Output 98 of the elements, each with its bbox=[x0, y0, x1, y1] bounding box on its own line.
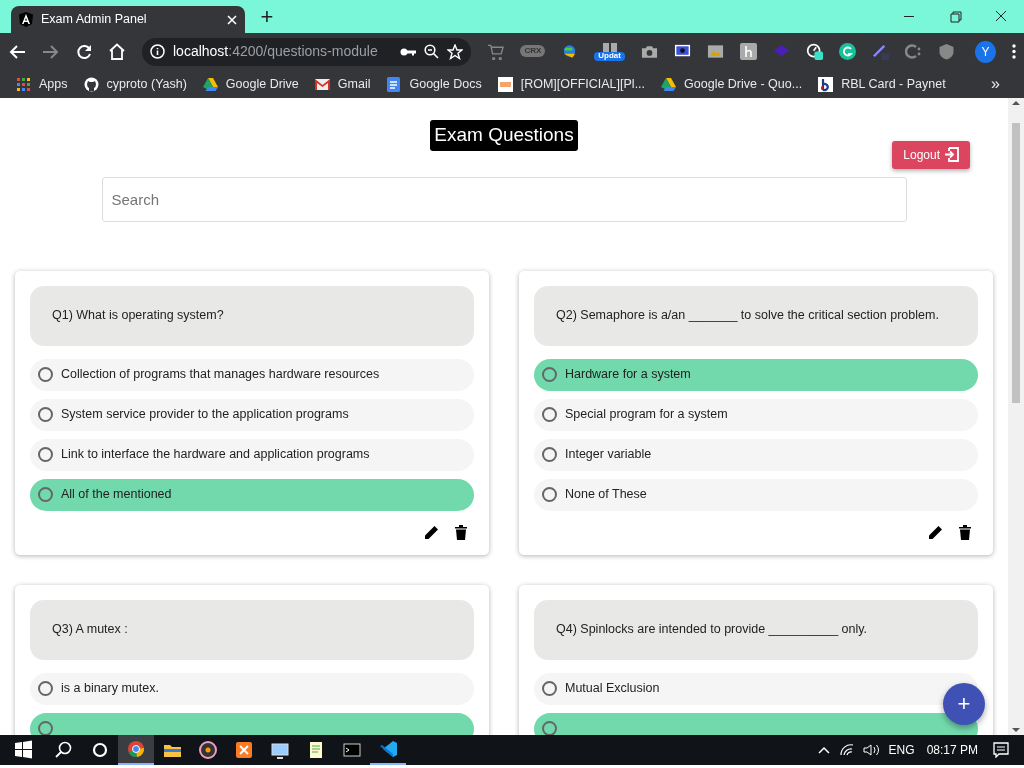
pen-icon[interactable] bbox=[872, 43, 889, 60]
profile-avatar[interactable]: Y bbox=[975, 40, 996, 63]
answer-option[interactable]: Special program for a system bbox=[534, 398, 978, 431]
answer-option[interactable]: System service provider to the application programs bbox=[30, 398, 474, 431]
bookmark-link[interactable]: Apps bbox=[16, 74, 68, 94]
cart-icon[interactable] bbox=[487, 43, 505, 60]
option-text: Special program for a system bbox=[565, 406, 728, 424]
pencil-icon[interactable] bbox=[424, 524, 439, 540]
bookmarks-overflow-button[interactable]: » bbox=[991, 72, 1000, 96]
wifi-icon[interactable] bbox=[838, 743, 855, 757]
bookmark-link[interactable]: [ROM][OFFICIAL][Pl... bbox=[497, 74, 646, 94]
answer-option[interactable]: Integer variable bbox=[534, 438, 978, 471]
angular-logo-icon bbox=[19, 12, 33, 27]
trash-icon[interactable] bbox=[455, 524, 467, 540]
book-icon[interactable] bbox=[601, 42, 618, 53]
c-dots-icon[interactable] bbox=[905, 43, 922, 60]
envelope-icon bbox=[314, 76, 330, 92]
option-text: All of the mentioned bbox=[61, 486, 172, 504]
exit-icon bbox=[944, 147, 959, 162]
zoom-icon[interactable] bbox=[424, 44, 440, 59]
radio-button[interactable] bbox=[542, 487, 557, 502]
scrollbar-thumb[interactable] bbox=[1012, 123, 1020, 403]
chevron-up-icon[interactable] bbox=[816, 745, 831, 755]
triangle-logo-icon bbox=[202, 76, 218, 92]
scrollbar[interactable] bbox=[1008, 98, 1024, 735]
update-badge: Updat bbox=[594, 52, 625, 61]
image-icon[interactable] bbox=[707, 43, 724, 60]
logout-button[interactable]: Logout bbox=[892, 140, 970, 169]
radio-button[interactable] bbox=[38, 681, 53, 696]
bookmark-link[interactable]: Gmail bbox=[314, 74, 371, 94]
letter-b-icon bbox=[818, 76, 834, 92]
answer-option[interactable]: is a binary mutex. bbox=[30, 672, 474, 705]
option-text: is a binary mutex. bbox=[61, 680, 159, 698]
option-text: Hardware for a system bbox=[565, 366, 691, 384]
bookmark-link[interactable]: RBL Card - Paynet bbox=[818, 74, 946, 94]
bookmark-link[interactable]: Google Docs bbox=[386, 74, 482, 94]
new-tab-button[interactable]: + bbox=[253, 5, 281, 29]
gauge-icon[interactable] bbox=[806, 43, 823, 60]
pencil-icon[interactable] bbox=[928, 524, 943, 540]
option-text: Mutual Exclusion bbox=[565, 680, 660, 698]
question-text: Q2) Semaphore is a/an _______ to solve the critical section problem. bbox=[534, 285, 978, 346]
grammar-g-icon[interactable] bbox=[839, 43, 856, 60]
search-field[interactable]: Search bbox=[101, 176, 907, 222]
radio-button[interactable] bbox=[542, 407, 557, 422]
cat-silhouette-icon bbox=[83, 76, 99, 92]
answer-option[interactable]: Collection of programs that manages hardware resources bbox=[30, 358, 474, 391]
address-bar[interactable]: localhost:4200/questions-module bbox=[142, 37, 472, 66]
bookmark-link[interactable]: Google Drive bbox=[202, 74, 299, 94]
clock-time[interactable]: 08:17 PM bbox=[926, 741, 978, 759]
forward-icon[interactable] bbox=[42, 43, 60, 60]
speaker-icon[interactable] bbox=[862, 743, 881, 757]
answer-option[interactable]: None of These bbox=[534, 478, 978, 511]
radio-button[interactable] bbox=[38, 447, 53, 462]
info-icon bbox=[150, 44, 165, 59]
option-text: Integer variable bbox=[565, 446, 652, 464]
site-logo-icon bbox=[497, 76, 513, 92]
question-text: Q4) Spinlocks are intended to provide __________ only. bbox=[534, 599, 978, 660]
radio-button[interactable] bbox=[38, 487, 53, 502]
question-text: Q1) What is operating system? bbox=[30, 285, 474, 346]
letter-h-icon[interactable] bbox=[740, 43, 757, 60]
answer-option[interactable]: Link to interface the hardware and application programs bbox=[30, 438, 474, 471]
document-icon bbox=[386, 76, 402, 92]
x-tile-icon[interactable] bbox=[233, 739, 255, 761]
answer-option[interactable]: All of the mentioned bbox=[30, 478, 474, 511]
camera-icon[interactable] bbox=[641, 43, 658, 60]
option-text: None of These bbox=[565, 486, 647, 504]
more-icon[interactable] bbox=[1012, 44, 1016, 59]
star-icon[interactable] bbox=[447, 43, 464, 60]
close-icon[interactable] bbox=[227, 14, 237, 25]
answer-option[interactable]: Hardware for a system bbox=[534, 358, 978, 391]
radio-button[interactable] bbox=[38, 367, 53, 382]
url-text: localhost:4200/questions-module bbox=[173, 42, 379, 61]
browser-tab[interactable]: Exam Admin Panel bbox=[11, 6, 245, 33]
key-icon[interactable] bbox=[400, 46, 417, 57]
apps-grid-icon bbox=[16, 76, 31, 92]
bookmark-link[interactable]: Google Drive - Quo... bbox=[661, 74, 803, 94]
radio-button[interactable] bbox=[542, 681, 557, 696]
radio-button[interactable] bbox=[542, 447, 557, 462]
answer-option[interactable] bbox=[534, 712, 978, 735]
bookmark-link[interactable]: cyproto (Yash) bbox=[83, 74, 187, 94]
home-icon[interactable] bbox=[108, 43, 126, 60]
triangle-logo-icon bbox=[661, 76, 677, 92]
language-indicator[interactable]: ENG bbox=[888, 741, 915, 759]
option-text: Collection of programs that manages hardware resources bbox=[61, 366, 380, 384]
page-title: Exam Questions bbox=[430, 120, 578, 151]
radio-button[interactable] bbox=[542, 367, 557, 382]
windows-logo-icon[interactable] bbox=[12, 739, 34, 761]
reload-icon[interactable] bbox=[76, 43, 92, 60]
trash-icon[interactable] bbox=[959, 524, 971, 540]
back-icon[interactable] bbox=[8, 43, 26, 60]
question-text: Q3) A mutex : bbox=[30, 599, 474, 660]
chrome-icon[interactable] bbox=[125, 738, 147, 760]
option-text: System service provider to the application programs bbox=[61, 406, 349, 424]
radio-button[interactable] bbox=[38, 407, 53, 422]
option-text: Link to interface the hardware and application programs bbox=[61, 446, 370, 464]
shield-icon[interactable] bbox=[938, 43, 955, 60]
tab-title: Exam Admin Panel bbox=[41, 11, 148, 29]
disc-icon[interactable] bbox=[197, 739, 219, 761]
